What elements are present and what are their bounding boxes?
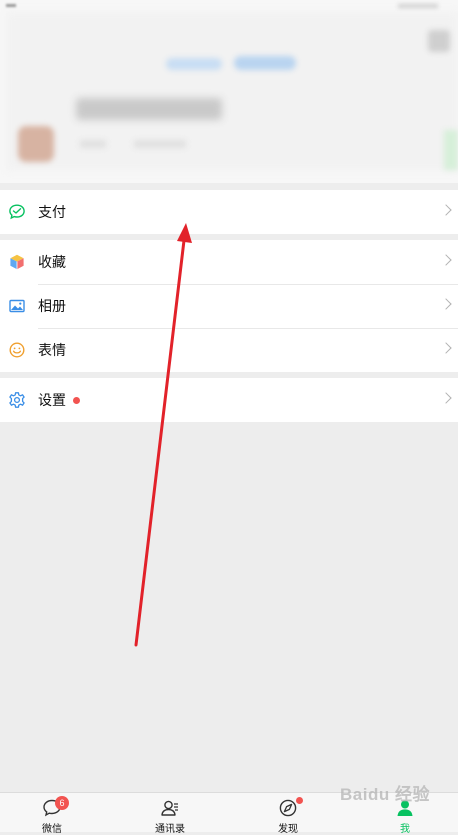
camera-icon[interactable] bbox=[428, 30, 450, 52]
menu-item-pay[interactable]: 支付 bbox=[0, 190, 458, 234]
status-icons-blur bbox=[398, 4, 438, 8]
profile-header-background bbox=[6, 12, 458, 170]
menu-item-label: 相册 bbox=[38, 299, 66, 315]
chevron-right-icon bbox=[440, 204, 452, 216]
menu-item-label: 收藏 bbox=[38, 255, 66, 271]
chevron-right-icon bbox=[440, 392, 452, 404]
compass-icon bbox=[278, 798, 298, 818]
tab-discover[interactable]: 发现 bbox=[258, 793, 318, 835]
menu-item-label: 支付 bbox=[38, 205, 66, 221]
tab-label: 微信 bbox=[42, 824, 62, 835]
watermark: Baidu 经验 bbox=[340, 785, 430, 804]
profile-id-blur bbox=[80, 140, 106, 148]
tab-label: 通讯录 bbox=[155, 824, 185, 835]
chevron-right-icon bbox=[440, 298, 452, 310]
profile-header[interactable] bbox=[0, 0, 458, 183]
menu-item-stickers[interactable]: 表情 bbox=[0, 328, 458, 372]
photo-album-icon bbox=[8, 297, 26, 315]
smiley-icon bbox=[8, 341, 26, 359]
tab-chats[interactable]: 6 微信 bbox=[22, 793, 82, 835]
chevron-right-icon bbox=[440, 254, 452, 266]
chevron-right-icon bbox=[440, 342, 452, 354]
contacts-icon bbox=[160, 798, 180, 818]
profile-id-blur bbox=[134, 140, 186, 148]
gear-icon bbox=[8, 391, 26, 409]
cube-icon bbox=[8, 253, 26, 271]
tab-label: 我 bbox=[400, 824, 410, 835]
wallet-icon bbox=[8, 203, 26, 221]
menu-group-media: 收藏 相册 表情 bbox=[0, 240, 458, 372]
tab-contacts[interactable]: 通讯录 bbox=[140, 793, 200, 835]
menu-item-settings[interactable]: 设置 bbox=[0, 378, 458, 422]
status-indicator-blur bbox=[444, 130, 458, 170]
notification-dot bbox=[73, 396, 80, 404]
menu-group-settings: 设置 bbox=[0, 378, 458, 422]
notification-dot bbox=[296, 797, 303, 804]
avatar[interactable] bbox=[18, 126, 54, 162]
status-bar-blur bbox=[6, 4, 16, 7]
menu-item-album[interactable]: 相册 bbox=[0, 284, 458, 328]
menu-group-pay: 支付 bbox=[0, 190, 458, 234]
menu-item-label: 设置 bbox=[38, 393, 66, 409]
tab-label: 发现 bbox=[278, 824, 298, 835]
status-pill-blur bbox=[166, 58, 222, 70]
profile-name-blur bbox=[76, 98, 222, 120]
status-pill-blur bbox=[234, 56, 296, 70]
menu-item-favorites[interactable]: 收藏 bbox=[0, 240, 458, 284]
unread-badge: 6 bbox=[55, 796, 69, 810]
menu-item-label: 表情 bbox=[38, 343, 66, 359]
